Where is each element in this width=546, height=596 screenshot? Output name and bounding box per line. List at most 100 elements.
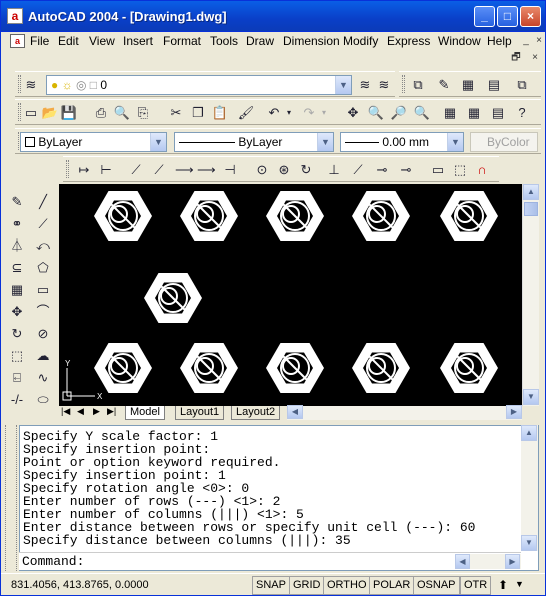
menu-file[interactable]: File xyxy=(30,34,49,48)
color-dropdown[interactable]: ByLayer ▼ xyxy=(20,132,167,152)
tab-first-icon[interactable]: |◀ xyxy=(61,406,70,417)
polyline-icon[interactable]: ⤺ xyxy=(34,237,52,255)
nut-block[interactable] xyxy=(93,190,153,242)
spline-icon[interactable]: ∿ xyxy=(34,369,52,387)
nut-block[interactable] xyxy=(179,342,239,394)
command-scrollbar[interactable]: ▲ ▼ xyxy=(521,425,538,551)
dim-style-icon[interactable]: ▭ xyxy=(429,161,447,179)
nut-block[interactable] xyxy=(439,342,499,394)
dim-text-edit-icon[interactable]: ⊸ xyxy=(373,161,391,179)
nut-block[interactable] xyxy=(93,342,153,394)
scroll-right-icon[interactable]: ▶ xyxy=(505,554,520,569)
scroll-left-icon[interactable]: ◀ xyxy=(455,554,470,569)
ortho-toggle[interactable]: ORTHO xyxy=(323,576,371,595)
canvas-horizontal-scrollbar[interactable]: ◀ ▶ xyxy=(287,405,522,420)
nut-block[interactable] xyxy=(143,272,203,324)
nut-block[interactable] xyxy=(439,190,499,242)
undo-dropdown-icon[interactable]: ▾ xyxy=(280,104,298,122)
redo-dropdown-icon[interactable]: ▾ xyxy=(315,104,333,122)
menu-edit[interactable]: Edit xyxy=(58,34,79,48)
pan-icon[interactable]: ✥ xyxy=(344,104,362,122)
nut-block[interactable] xyxy=(265,342,325,394)
tool-palette-icon[interactable]: ⧉ xyxy=(513,76,531,94)
drawing-doc-icon[interactable]: a xyxy=(10,34,25,48)
polar-toggle[interactable]: POLAR xyxy=(369,576,415,595)
menu-tools[interactable]: Tools xyxy=(210,34,238,48)
offset-icon[interactable]: ⊆ xyxy=(8,259,26,277)
tool-palettes-icon[interactable]: ▤ xyxy=(489,104,507,122)
properties-brush-icon[interactable]: ✎ xyxy=(435,76,453,94)
radius-dim-icon[interactable]: ⟋ xyxy=(150,161,168,179)
close-button[interactable]: × xyxy=(520,6,541,27)
paste-icon[interactable]: 📋 xyxy=(211,104,229,122)
cut-icon[interactable]: ✂ xyxy=(167,104,185,122)
tab-last-icon[interactable]: ▶| xyxy=(107,406,116,417)
chevron-down-icon[interactable]: ▼ xyxy=(317,133,333,151)
center-mark-icon[interactable]: ⊙ xyxy=(253,161,271,179)
doc-close-icon[interactable]: × xyxy=(532,34,545,47)
angular-dim-icon[interactable]: ⟶ xyxy=(197,161,216,179)
design-center2-icon[interactable]: ▦ xyxy=(465,104,483,122)
circle-icon[interactable]: ⊘ xyxy=(34,325,52,343)
menu-window[interactable]: Window xyxy=(438,34,481,48)
tab-layout2[interactable]: Layout2 xyxy=(231,406,281,420)
title-bar[interactable]: a AutoCAD 2004 - [Drawing1.dwg] _ □ × xyxy=(1,1,545,32)
revision-cloud-icon[interactable]: ☁ xyxy=(34,347,52,365)
maximize-button[interactable]: □ xyxy=(497,6,518,27)
trim-icon[interactable]: -/- xyxy=(8,391,26,409)
menu-express[interactable]: Express xyxy=(387,34,430,48)
print-preview-icon[interactable]: 🔍 xyxy=(113,104,131,122)
tab-prev-icon[interactable]: ◀ xyxy=(77,406,84,417)
tab-model[interactable]: Model xyxy=(125,406,165,420)
scroll-down-icon[interactable]: ▼ xyxy=(521,535,537,551)
properties-icon[interactable]: ▦ xyxy=(441,104,459,122)
menu-help[interactable]: Help xyxy=(487,34,512,48)
doc-minimize-icon[interactable]: _ xyxy=(519,34,533,47)
dim-override-icon[interactable]: ⬚ xyxy=(451,161,469,179)
linear-dim-icon[interactable]: ↦ xyxy=(75,161,93,179)
arc-icon[interactable]: ⌒ xyxy=(34,303,52,321)
command-hscroll[interactable]: ◀ ▶ xyxy=(455,554,521,569)
new-file-icon[interactable]: ▭ xyxy=(22,104,40,122)
move-icon[interactable]: ✥ xyxy=(8,303,26,321)
publish-icon[interactable]: ⎘ xyxy=(134,104,152,122)
ordinate-dim-icon[interactable]: ⟋ xyxy=(127,161,145,179)
snap-toggle[interactable]: SNAP xyxy=(252,576,290,595)
osnap-toggle[interactable]: OSNAP xyxy=(413,576,460,595)
continue-dim-icon[interactable]: ⊛ xyxy=(275,161,293,179)
open-file-icon[interactable]: 📂 xyxy=(41,104,59,122)
coordinate-display[interactable]: 831.4056, 413.8765, 0.0000 xyxy=(11,579,149,591)
linetype-dropdown[interactable]: ByLayer ▼ xyxy=(174,132,334,152)
command-window-grip[interactable] xyxy=(5,425,17,571)
command-input[interactable]: Command: xyxy=(19,552,521,570)
chevron-down-icon[interactable]: ▼ xyxy=(150,133,166,151)
status-menu-icon[interactable]: ▼ xyxy=(515,579,524,589)
quick-leader-icon[interactable]: ↻ xyxy=(297,161,315,179)
lineweight-dropdown[interactable]: 0.00 mm ▼ xyxy=(340,132,464,152)
scroll-left-icon[interactable]: ◀ xyxy=(287,405,303,419)
copy-object-icon[interactable]: ⚭ xyxy=(8,215,26,233)
nut-block[interactable] xyxy=(351,190,411,242)
layer-previous-icon[interactable]: ≋ xyxy=(375,76,393,94)
menu-modify[interactable]: Modify xyxy=(343,34,378,48)
stretch-icon[interactable]: ⍇ xyxy=(8,369,26,387)
layer-dropdown[interactable]: ● ☼ ◎ □ 0 ▼ xyxy=(46,75,352,95)
nut-block[interactable] xyxy=(179,190,239,242)
ellipse-icon[interactable]: ⬭ xyxy=(34,391,52,409)
window-icon[interactable]: ⧉ xyxy=(409,76,427,94)
match-properties-icon[interactable]: 🖌 xyxy=(237,104,255,122)
zoom-window-icon[interactable]: 🔎 xyxy=(390,104,408,122)
scroll-down-icon[interactable]: ▼ xyxy=(523,389,539,405)
rotate-icon[interactable]: ↻ xyxy=(8,325,26,343)
erase-icon[interactable]: ✎ xyxy=(8,193,26,211)
plotstyle-dropdown[interactable]: ByColor xyxy=(470,132,538,152)
baseline-dim-icon[interactable]: ⊣ xyxy=(221,161,239,179)
magnet-icon[interactable]: ∩ xyxy=(473,161,491,179)
scale-icon[interactable]: ⬚ xyxy=(8,347,26,365)
otrack-toggle[interactable]: OTR xyxy=(460,576,492,595)
minimize-button[interactable]: _ xyxy=(474,6,495,27)
nut-block[interactable] xyxy=(351,342,411,394)
doc-restore-icon[interactable]: 🗗 xyxy=(509,51,523,64)
make-layer-current-icon[interactable]: ≋ xyxy=(356,76,374,94)
save-icon[interactable]: 💾 xyxy=(60,104,78,122)
